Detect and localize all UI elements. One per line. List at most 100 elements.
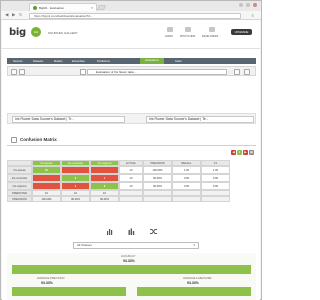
class-select-value: All Classes (77, 243, 92, 247)
test-dataset-link[interactable]: Iris Flower Data Source's Dataset | Te..… (146, 116, 254, 123)
matrix-precision-row-label: PRECISION (7, 196, 32, 202)
maximize-icon[interactable] (246, 3, 250, 7)
matrix-cell (61, 166, 90, 174)
evaluation-title[interactable]: Evaluation of Iris flower data ... (87, 69, 227, 75)
avg-precision-bar (12, 287, 126, 296)
tab-tasks[interactable]: Tasks (175, 60, 182, 63)
page-content: big ml SOURCES GALLERY ADMIN WHAT'S NEW … (2, 20, 260, 300)
new-tab-button[interactable] (97, 5, 106, 10)
close-tab-icon[interactable]: × (91, 6, 93, 10)
url-input[interactable]: https://bigml.com/dashboard/evaluation/5… (29, 12, 241, 19)
matrix-row-label: Iris-versicolor (7, 174, 32, 182)
matrix-cell (90, 166, 119, 174)
browser-tab[interactable]: BigML · Evaluation × (29, 3, 97, 11)
metrics-panel: ACCURACY 93.33% AVERAGE PRECISION 93.33%… (7, 253, 256, 300)
admin-icon[interactable] (167, 27, 173, 32)
grid-icon[interactable]: ▦ (249, 150, 254, 155)
bar-chart-icon[interactable] (106, 228, 113, 235)
shuffle-icon[interactable] (150, 228, 157, 235)
info-icon[interactable] (19, 68, 25, 75)
confusion-matrix-table: Iris-setosa Iris-versicolor Iris-virginica… (7, 160, 256, 208)
matrix-recall-cell: 0.90 (172, 174, 201, 182)
matrix-precision-cell: 100.00% (143, 166, 172, 174)
datasets-row: Iris Flower Data Source's Dataset | Tr..… (7, 113, 256, 124)
avg-precision-value: 93.33% (41, 281, 53, 285)
avg-fmeasure-value: 93.33% (187, 281, 199, 285)
nav-developers[interactable]: DEVELOPERS (202, 35, 218, 38)
tab-title: BigML · Evaluation (39, 6, 65, 10)
confusion-matrix-title: Confusion Matrix (20, 137, 57, 142)
matrix-precision-row-cell (119, 196, 143, 202)
matrix-f1-cell: 0.90 (201, 174, 230, 182)
matrix-f1-cell: 0.90 (201, 182, 230, 190)
address-bar-row: ◀ ▶ ↻ https://bigml.com/dashboard/evalua… (1, 11, 261, 20)
app-header: big ml SOURCES GALLERY ADMIN WHAT'S NEW … (2, 20, 260, 49)
share-icon[interactable] (234, 68, 240, 75)
nav-whats-new[interactable]: WHAT'S NEW (180, 35, 195, 38)
tab-models[interactable]: Models (54, 60, 62, 63)
reload-icon[interactable]: ↻ (19, 12, 22, 17)
chevron-down-icon: ▾ (193, 243, 195, 247)
nav-admin[interactable]: ADMIN (165, 35, 173, 38)
accuracy-bar (12, 265, 251, 274)
matrix-precision-row-cell (201, 196, 230, 202)
settings-icon[interactable] (244, 68, 250, 75)
column-chart-icon[interactable] (128, 228, 135, 235)
matrix-cell: 1 (61, 182, 90, 190)
matrix-recall-cell: 1.00 (172, 166, 201, 174)
matrix-cell: 9 (61, 174, 90, 182)
nav-sources[interactable]: SOURCES (48, 31, 63, 35)
matrix-cell: 9 (90, 182, 119, 190)
developers-icon[interactable] (209, 27, 215, 32)
matrix-precision-row-cell: 100.00% (32, 196, 61, 202)
matrix-cell: 10 (32, 166, 61, 174)
accuracy-value: 93.33% (123, 259, 135, 263)
next-page-icon[interactable]: ▶ (243, 150, 248, 155)
matrix-recall-cell: 0.90 (172, 182, 201, 190)
matrix-cell (32, 182, 61, 190)
page-indicator-icon[interactable]: 1 (237, 150, 242, 155)
confusion-matrix-header: Confusion Matrix (7, 135, 256, 146)
tab-sources[interactable]: Sources (13, 60, 23, 63)
browser-window: BigML · Evaluation × ◀ ▶ ↻ https://bigml… (0, 0, 262, 300)
url-text: https://bigml.com/dashboard/evaluation/5… (34, 14, 93, 19)
whats-new-icon[interactable] (185, 27, 191, 32)
tab-datasets[interactable]: Datasets (33, 60, 43, 63)
evaluation-icon (80, 69, 86, 75)
matrix-precision-row-cell (143, 196, 172, 202)
nav-gallery[interactable]: GALLERY (64, 31, 78, 35)
tab-predictions[interactable]: Predictions (97, 60, 110, 63)
minimize-icon[interactable] (239, 3, 243, 7)
matrix-cell (32, 174, 61, 182)
matrix-cell: 1 (90, 174, 119, 182)
avg-fmeasure-bar (137, 287, 251, 296)
prev-page-icon[interactable]: ◀ (231, 150, 236, 155)
tab-evaluations[interactable]: Evaluations (140, 58, 164, 64)
matrix-actual-cell: 10 (119, 182, 143, 190)
browser-menu-icon[interactable]: ≡ (252, 13, 254, 18)
menu-icon[interactable] (11, 68, 17, 75)
back-icon[interactable]: ◀ (5, 12, 8, 18)
favicon-icon (33, 6, 37, 10)
forward-icon[interactable]: ▶ (12, 12, 15, 18)
matrix-precision-row-cell: 90.00% (90, 196, 119, 202)
accuracy-label: ACCURACY (121, 255, 136, 258)
tab-ensembles[interactable]: Ensembles (72, 60, 85, 63)
evaluation-bar: Evaluation of Iris flower data ... (7, 66, 256, 76)
matrix-precision-cell: 90.00% (143, 174, 172, 182)
close-window-icon[interactable] (253, 3, 257, 7)
avg-precision-label: AVERAGE PRECISION (37, 277, 65, 280)
matrix-f1-cell: 1.00 (201, 166, 230, 174)
training-dataset-link[interactable]: Iris Flower Data Source's Dataset | Tr..… (12, 116, 125, 123)
logo-text[interactable]: big (9, 27, 26, 38)
logo-badge[interactable]: ml (31, 27, 41, 37)
matrix-icon (11, 137, 17, 143)
avg-fmeasure-label: AVERAGE F-MEASURE (183, 277, 212, 280)
upgrade-button[interactable]: UPGRADE (231, 29, 252, 35)
browser-titlebar: BigML · Evaluation × (1, 1, 261, 11)
matrix-precision-row-cell (172, 196, 201, 202)
matrix-actual-cell: 10 (119, 166, 143, 174)
class-select[interactable]: All Classes ▾ (73, 242, 199, 249)
resource-toolbar: Sources Datasets Models Ensembles Predic… (7, 58, 256, 64)
matrix-precision-row-cell: 90.00% (61, 196, 90, 202)
